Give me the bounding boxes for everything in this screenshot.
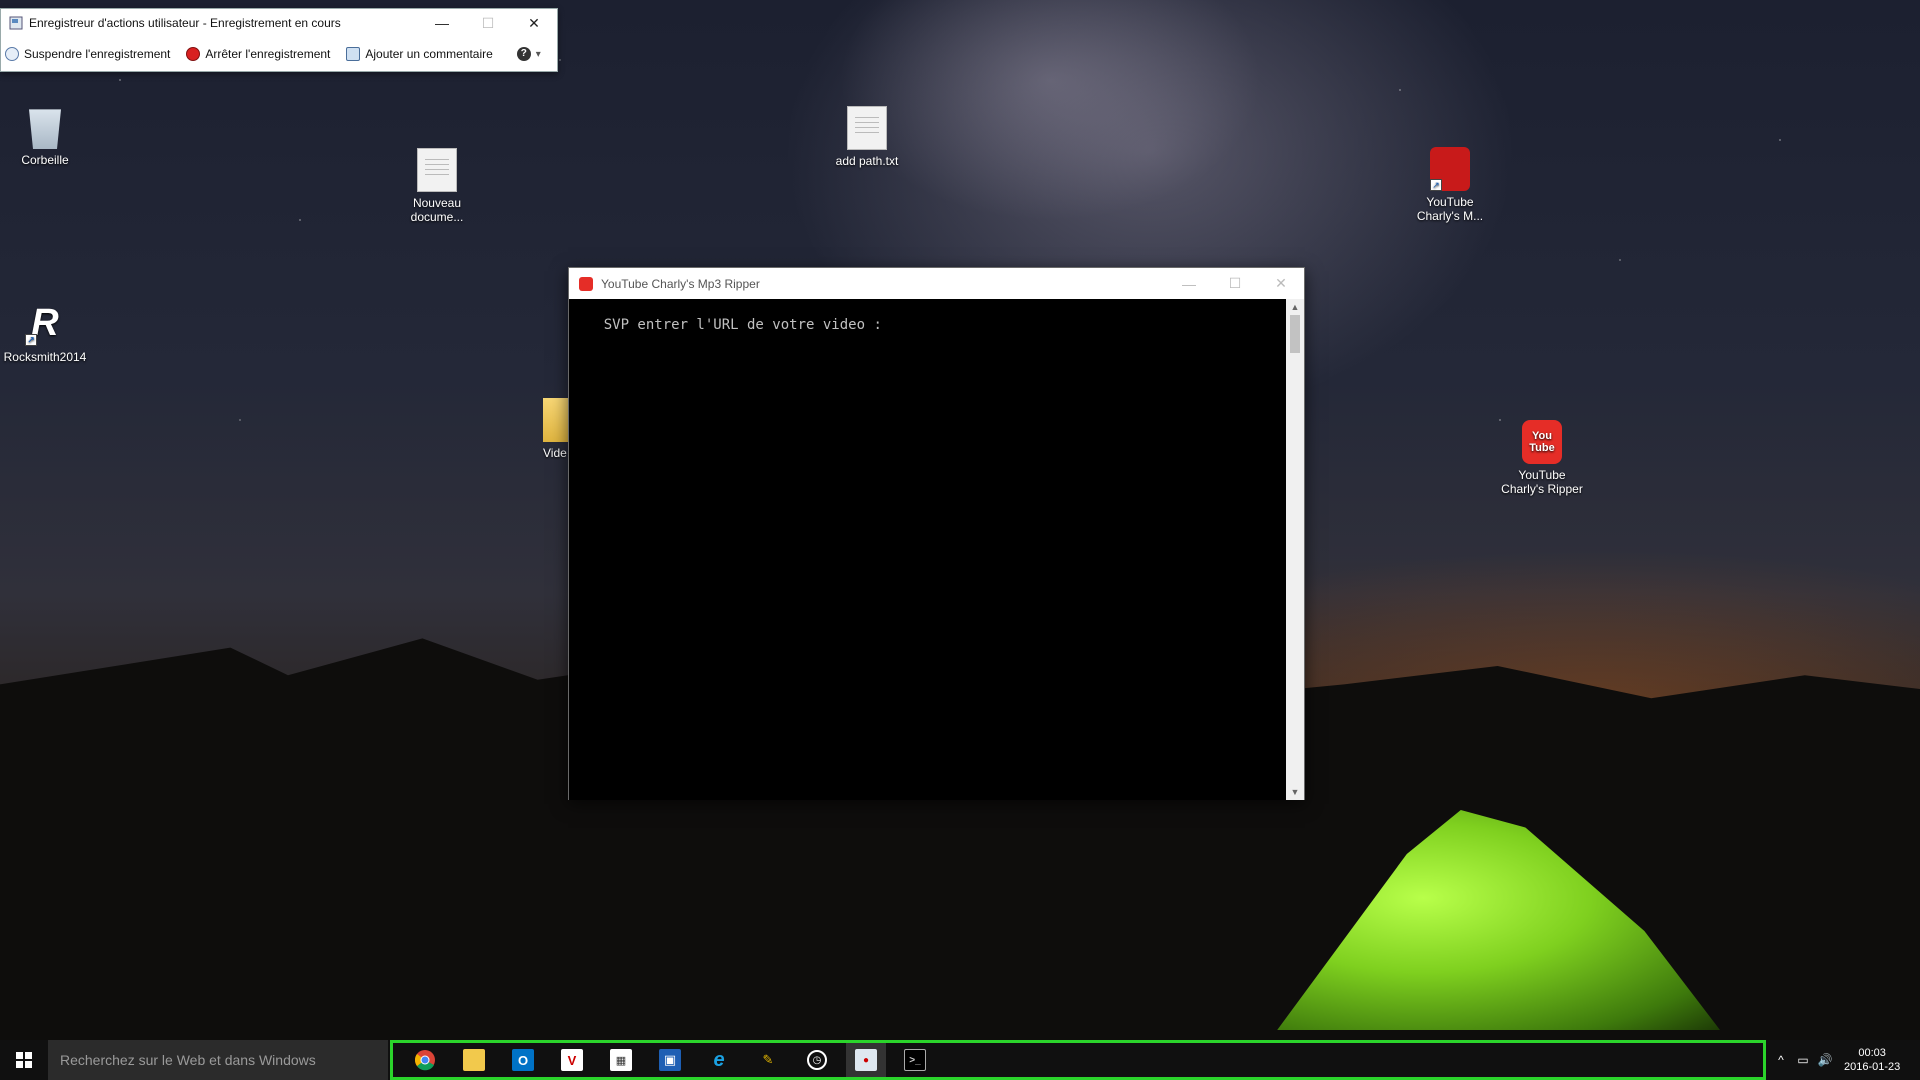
add-comment-button[interactable]: Ajouter un commentaire bbox=[346, 47, 493, 61]
desktop-icon-youtube-mp3[interactable]: ↗ YouTube Charly's M... bbox=[1405, 147, 1495, 223]
remote-desktop-taskbar-button[interactable]: ▣ bbox=[650, 1043, 690, 1077]
console-icon: >_ bbox=[904, 1049, 926, 1071]
steps-recorder-taskbar-button[interactable]: ● bbox=[846, 1043, 886, 1077]
desktop-icon-label: YouTube Charly's Ripper bbox=[1501, 468, 1583, 496]
taskbar-pinned-apps: O V ▦ ▣ e ✎ ◷ ● >_ bbox=[390, 1040, 1766, 1080]
pause-icon bbox=[5, 47, 19, 61]
remote-desktop-icon: ▣ bbox=[659, 1049, 681, 1071]
outlook-taskbar-button[interactable]: O bbox=[503, 1043, 543, 1077]
search-placeholder: Recherchez sur le Web et dans Windows bbox=[60, 1052, 316, 1068]
app-v-icon: V bbox=[561, 1049, 583, 1071]
visio-taskbar-button[interactable]: V bbox=[552, 1043, 592, 1077]
scroll-down-icon[interactable]: ▼ bbox=[1286, 784, 1304, 800]
windows-logo-icon bbox=[16, 1052, 32, 1068]
start-button[interactable] bbox=[0, 1040, 48, 1080]
desktop-icon-label: add path.txt bbox=[835, 154, 899, 168]
steps-recorder-window[interactable]: Enregistreur d'actions utilisateur - Enr… bbox=[0, 8, 558, 72]
text-document-icon bbox=[417, 148, 457, 192]
steps-recorder-toolbar: Suspendre l'enregistrement Arrêter l'enr… bbox=[1, 37, 557, 71]
outlook-icon: O bbox=[512, 1049, 534, 1071]
help-icon: ? bbox=[516, 47, 531, 61]
chrome-taskbar-button[interactable] bbox=[405, 1043, 445, 1077]
help-dropdown-icon[interactable]: ▾ bbox=[536, 49, 541, 60]
calculator-taskbar-button[interactable]: ▦ bbox=[601, 1043, 641, 1077]
console-window[interactable]: YouTube Charly's Mp3 Ripper — ☐ ✕ SVP en… bbox=[568, 267, 1305, 800]
desktop-icon-add-path[interactable]: add path.txt bbox=[822, 106, 912, 168]
desktop-icon-label: Rocksmith2014 bbox=[3, 350, 87, 364]
taskbar: Recherchez sur le Web et dans Windows O … bbox=[0, 1040, 1920, 1080]
console-taskbar-button[interactable]: >_ bbox=[895, 1043, 935, 1077]
help-button[interactable]: ? ▾ bbox=[516, 47, 541, 61]
calculator-icon: ▦ bbox=[610, 1049, 632, 1071]
text-document-icon bbox=[847, 106, 887, 150]
stop-recording-label: Arrêter l'enregistrement bbox=[205, 47, 331, 61]
maximize-button[interactable]: ☐ bbox=[465, 9, 511, 37]
recycle-bin-icon bbox=[29, 109, 61, 149]
console-titlebar[interactable]: YouTube Charly's Mp3 Ripper — ☐ ✕ bbox=[569, 268, 1304, 299]
minimize-button[interactable]: — bbox=[1166, 270, 1212, 298]
pause-recording-button[interactable]: Suspendre l'enregistrement bbox=[5, 47, 170, 61]
clock-time: 00:03 bbox=[1858, 1047, 1886, 1059]
rocksmith-icon: R ↗ bbox=[25, 302, 65, 346]
console-scrollbar[interactable]: ▲ ▼ bbox=[1286, 299, 1304, 800]
maximize-button[interactable]: ☐ bbox=[1212, 270, 1258, 298]
desktop-icon-new-document[interactable]: Nouveau docume... bbox=[392, 148, 482, 224]
console-prompt: SVP entrer l'URL de votre video : bbox=[603, 317, 882, 333]
shortcut-arrow-icon: ↗ bbox=[25, 334, 37, 346]
desktop-icon-label: Vide bbox=[543, 446, 567, 460]
clock-icon: ◷ bbox=[807, 1050, 827, 1070]
chevron-up-icon[interactable]: ^ bbox=[1770, 1053, 1792, 1067]
stop-recording-button[interactable]: Arrêter l'enregistrement bbox=[186, 47, 330, 61]
steps-recorder-titlebar[interactable]: Enregistreur d'actions utilisateur - Enr… bbox=[1, 9, 557, 37]
console-title: YouTube Charly's Mp3 Ripper bbox=[601, 276, 760, 291]
system-tray: ^ ▭ 🔊 00:03 2016-01-23 bbox=[1770, 1040, 1920, 1080]
desktop-icon-label: YouTube Charly's M... bbox=[1416, 195, 1484, 223]
youtube-app-icon bbox=[579, 276, 593, 291]
taskbar-clock[interactable]: 00:03 2016-01-23 bbox=[1844, 1046, 1900, 1074]
pen-tool-icon: ✎ bbox=[762, 1052, 774, 1067]
desktop-icon-recycle-bin[interactable]: Corbeille bbox=[0, 105, 90, 167]
internet-explorer-icon: e bbox=[713, 1048, 725, 1071]
chrome-icon bbox=[415, 1050, 435, 1071]
volume-icon[interactable]: 🔊 bbox=[1814, 1053, 1836, 1067]
folder-icon bbox=[463, 1049, 485, 1071]
file-explorer-taskbar-button[interactable] bbox=[454, 1043, 494, 1077]
desktop-icon-youtube-ripper[interactable]: You Tube YouTube Charly's Ripper bbox=[1497, 420, 1587, 496]
console-output[interactable]: SVP entrer l'URL de votre video : bbox=[569, 299, 1288, 800]
youtube-mp3-icon: ↗ bbox=[1430, 147, 1470, 191]
utility-taskbar-button[interactable]: ✎ bbox=[748, 1043, 788, 1077]
steps-recorder-app-icon bbox=[9, 16, 23, 30]
network-icon[interactable]: ▭ bbox=[1792, 1053, 1814, 1067]
desktop-icon-video-folder[interactable]: Vide bbox=[525, 398, 569, 460]
add-comment-label: Ajouter un commentaire bbox=[365, 47, 493, 61]
steps-recorder-icon: ● bbox=[855, 1049, 877, 1071]
internet-explorer-taskbar-button[interactable]: e bbox=[699, 1043, 739, 1077]
shortcut-arrow-icon: ↗ bbox=[1430, 179, 1442, 191]
comment-icon bbox=[346, 47, 361, 61]
taskbar-search-box[interactable]: Recherchez sur le Web et dans Windows bbox=[48, 1040, 388, 1080]
clock-app-taskbar-button[interactable]: ◷ bbox=[797, 1043, 837, 1077]
folder-icon bbox=[543, 398, 569, 442]
steps-recorder-title: Enregistreur d'actions utilisateur - Enr… bbox=[29, 16, 341, 30]
youtube-icon: You Tube bbox=[1522, 420, 1562, 464]
scroll-up-icon[interactable]: ▲ bbox=[1286, 299, 1304, 315]
stop-icon bbox=[186, 47, 201, 61]
clock-date: 2016-01-23 bbox=[1844, 1061, 1901, 1073]
scrollbar-thumb[interactable] bbox=[1290, 315, 1300, 353]
desktop-icon-rocksmith[interactable]: R ↗ Rocksmith2014 bbox=[0, 302, 90, 364]
close-button[interactable]: ✕ bbox=[1258, 270, 1304, 298]
pause-recording-label: Suspendre l'enregistrement bbox=[24, 47, 171, 61]
desktop-icon-label: Nouveau docume... bbox=[410, 196, 464, 224]
minimize-button[interactable]: — bbox=[419, 9, 465, 37]
desktop-icon-label: Corbeille bbox=[21, 153, 69, 167]
close-button[interactable]: ✕ bbox=[511, 9, 557, 37]
